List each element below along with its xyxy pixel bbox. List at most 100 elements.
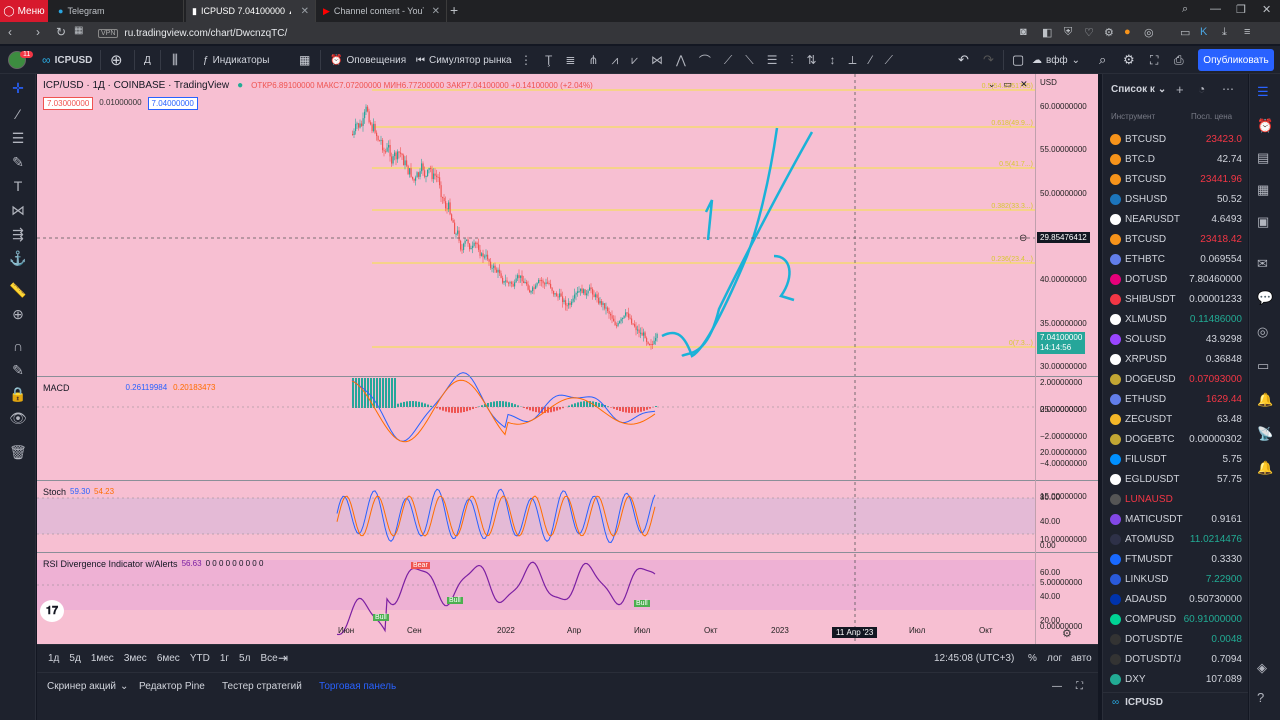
watchlist-row[interactable]: DOTUSDT/J 0.7094 <box>1110 649 1242 669</box>
watchlist-row[interactable]: DOGEUSD 0.07093000 <box>1110 369 1242 389</box>
watchlist-row[interactable]: BTCUSD 23418.42 <box>1110 229 1242 249</box>
pane-divider[interactable] <box>37 376 1098 377</box>
watchlist-row[interactable]: ZECUSDT 63.48 <box>1110 409 1242 429</box>
long-position-icon[interactable]: ⇅ <box>806 53 816 67</box>
download-icon[interactable]: ⤓ <box>1222 26 1227 39</box>
drag-handle-icon[interactable]: ⋮ <box>520 53 532 67</box>
profile-icon[interactable]: K <box>1200 26 1207 38</box>
notifications-icon[interactable]: 🔔 <box>1257 392 1273 408</box>
tab-strategy-tester[interactable]: Тестер стратегий <box>222 672 302 700</box>
head-shoulders-icon[interactable]: ⌒ <box>699 52 711 69</box>
trend-line-icon[interactable]: ⁄ <box>870 53 872 67</box>
watchlist-row[interactable]: BTC.D 42.74 <box>1110 149 1242 169</box>
calendar-icon[interactable]: ▣ <box>1257 214 1269 230</box>
lock-drawing-mode-icon[interactable]: ✎ <box>8 362 28 379</box>
trash-icon[interactable]: 🗑 <box>8 444 28 461</box>
tab-pine-editor[interactable]: Редактор Pine <box>139 672 205 700</box>
text-tool-icon[interactable]: T <box>8 178 28 194</box>
price-range-icon[interactable]: ↕ <box>830 53 836 67</box>
chats-icon[interactable]: ▭ <box>1257 358 1269 374</box>
vpn-badge[interactable]: VPN <box>98 28 119 38</box>
search-icon[interactable]: ⌕ <box>1099 46 1106 74</box>
range-button[interactable]: 6мес <box>157 653 180 664</box>
range-button[interactable]: 1г <box>220 653 229 664</box>
auto-scale-toggle[interactable]: авто <box>1071 644 1092 672</box>
pitchfork-icon[interactable]: ⋔ <box>588 53 598 67</box>
speed-dial-icon[interactable]: ▦ <box>74 25 83 36</box>
watchlist-icon[interactable]: ☰ <box>1257 84 1269 100</box>
range-button[interactable]: 1мес <box>91 653 114 664</box>
watchlist-row[interactable]: ADAUSD 0.50730000 <box>1110 589 1242 609</box>
watchlist-row[interactable]: SHIBUSDT 0.00001233 <box>1110 289 1242 309</box>
streams-icon[interactable]: ◎ <box>1257 324 1268 340</box>
timezone-clock[interactable]: 12:45:08 (UTC+3) <box>934 644 1014 672</box>
watchlist-row[interactable]: ATOMUSD 11.0214476 <box>1110 529 1242 549</box>
chat-icon[interactable]: 💬 <box>1257 290 1273 306</box>
watchlist-row[interactable]: DXY 107.089 <box>1110 669 1242 689</box>
elliott-wave-icon[interactable]: ⩗ <box>631 53 638 68</box>
watchlist-row[interactable]: LUNAUSD <box>1110 489 1242 509</box>
collapse-pane-icon[interactable]: ⌄ <box>988 79 996 90</box>
tab-stock-screener[interactable]: Скринер акций ⌄ <box>47 672 128 700</box>
pane-divider[interactable] <box>37 480 1098 481</box>
bell-icon[interactable]: 🔔 <box>1257 460 1273 476</box>
zoom-in-icon[interactable]: ⊕ <box>8 306 28 323</box>
alerts-button[interactable]: ⏰ Оповещения <box>330 46 406 74</box>
hotlists-icon[interactable]: ▦ <box>1257 182 1269 198</box>
column-header-symbol[interactable]: Инструмент <box>1111 112 1155 121</box>
maximize-pane-icon[interactable]: ▭ <box>1004 79 1013 90</box>
watchlist-row[interactable]: XRPUSD 0.36848 <box>1110 349 1242 369</box>
currency-label[interactable]: USD <box>1040 78 1057 87</box>
pane-divider[interactable] <box>37 552 1098 553</box>
watchlist-row[interactable]: DOTUSD 7.80460000 <box>1110 269 1242 289</box>
extensions-menu-icon[interactable]: ▭ <box>1180 26 1190 39</box>
broadcast-icon[interactable]: 📡 <box>1257 426 1273 442</box>
hand-drawn-curve[interactable] <box>661 127 779 358</box>
tab-trading-panel[interactable]: Торговая панель <box>319 672 396 700</box>
watchlist-row[interactable]: BTCUSD 23441.96 <box>1110 169 1242 189</box>
date-range-icon[interactable]: ⇥ <box>278 644 288 672</box>
layout-icon[interactable]: ▢ <box>1012 46 1024 74</box>
pattern-icon[interactable]: ⋈ <box>8 202 28 219</box>
parallel-channel-icon[interactable]: ≣ <box>565 53 575 67</box>
undo-icon[interactable]: ↶ <box>958 46 969 74</box>
fullscreen-icon[interactable]: ⛶ <box>1150 46 1158 74</box>
publish-button[interactable]: Опубликовать <box>1198 49 1274 71</box>
ruler-icon[interactable]: 📏 <box>8 282 28 299</box>
path-icon[interactable]: ⟍ <box>745 53 753 68</box>
reload-icon[interactable]: ↻ <box>56 25 66 39</box>
fib-retracement-drawing[interactable]: 0.5(54.3351785)0.618(49.9...)0.5(41.7...… <box>372 83 1035 348</box>
log-scale-toggle[interactable]: лог <box>1047 644 1062 672</box>
range-button[interactable]: 5д <box>69 653 80 664</box>
maximize-panel-icon[interactable]: ⛶ <box>1076 672 1083 700</box>
easy-setup-icon[interactable]: ≡ <box>1244 26 1250 38</box>
crosshair-add-icon[interactable]: ⊖ <box>1019 233 1027 244</box>
layers-icon[interactable]: ◈ <box>1257 660 1267 676</box>
forward-icon[interactable]: › <box>36 25 40 39</box>
extension-icon[interactable]: ⚙ <box>1104 26 1114 39</box>
watchlist-row[interactable]: BTCUSD 23423.0 <box>1110 129 1242 149</box>
tab-tradingview[interactable]: ▮ICPUSD 7.04100000 ▲ +2.0✕ <box>186 0 316 22</box>
watchlist-row[interactable]: ETHUSD 1629.44 <box>1110 389 1242 409</box>
camera-icon[interactable]: ◙ <box>1020 26 1027 38</box>
eye-icon[interactable]: 👁 <box>8 410 28 427</box>
shield-icon[interactable]: ⛨ <box>1064 26 1072 39</box>
advanced-view-icon[interactable]: ◔ <box>1198 82 1205 96</box>
watchlist-row[interactable]: ETHBTC 0.069554 <box>1110 249 1242 269</box>
back-icon[interactable]: ‹ <box>8 25 12 39</box>
templates-icon[interactable]: ▦ <box>299 46 310 74</box>
watchlist-row[interactable]: DSHUSD 50.52 <box>1110 189 1242 209</box>
snapshot-icon[interactable]: ◧ <box>1042 26 1052 39</box>
interval-button[interactable]: Д <box>144 46 151 74</box>
new-tab-icon[interactable]: + <box>450 2 458 18</box>
replay-button[interactable]: ⏮ Симулятор рынка <box>416 46 512 74</box>
prediction-icon[interactable]: ⇶ <box>8 226 28 243</box>
tab-youtube[interactable]: ▶Channel content - YouTube✕ <box>317 0 447 22</box>
extension-icon[interactable]: ◎ <box>1144 26 1154 39</box>
lock-icon[interactable]: 🔒 <box>8 386 28 403</box>
tab-telegram[interactable]: ● Telegram <box>52 0 184 22</box>
hand-drawn-curve[interactable] <box>681 131 814 358</box>
watchlist-row[interactable]: DOGEBTC 0.00000302 <box>1110 429 1242 449</box>
data-window-icon[interactable]: ▤ <box>1257 150 1269 166</box>
minimize-icon[interactable]: — <box>1210 3 1221 15</box>
